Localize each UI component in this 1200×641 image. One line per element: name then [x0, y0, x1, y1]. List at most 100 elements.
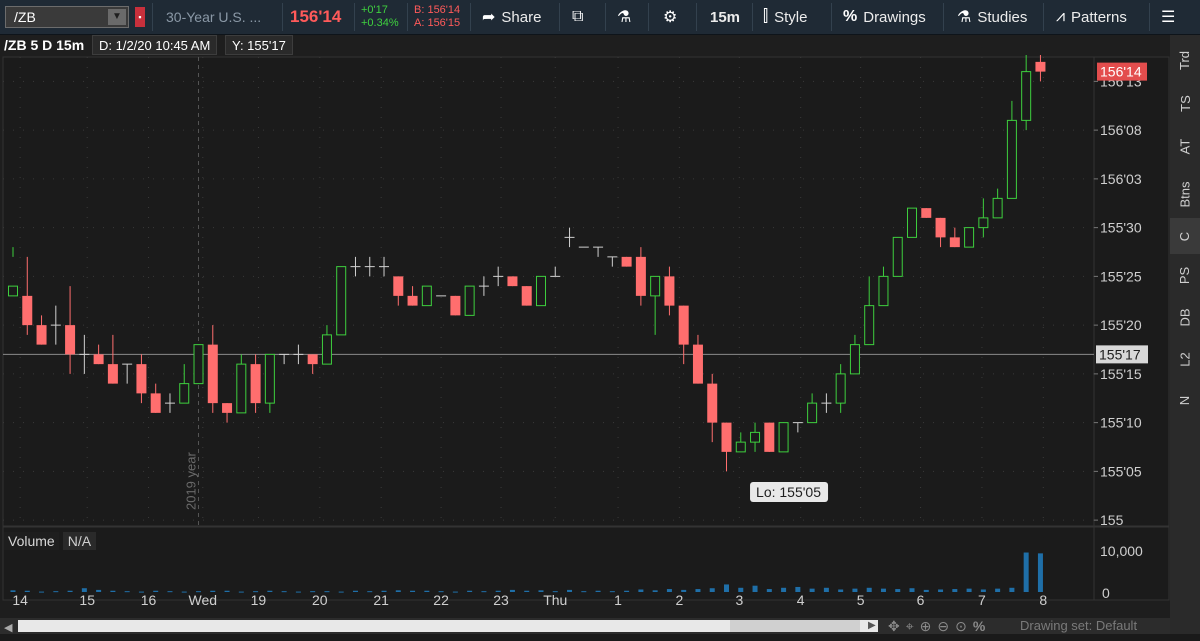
style-label: Style: [774, 8, 808, 26]
volume-bar: [995, 588, 1001, 592]
volume-bar: [424, 590, 430, 592]
volume-bar: [781, 587, 787, 592]
volume-bar: [395, 590, 401, 592]
drawing-set-label[interactable]: Drawing set: Default: [1020, 618, 1137, 633]
side-tab-label: DB: [1177, 307, 1193, 327]
time-axis-label: Thu: [543, 592, 567, 608]
volume-bar: [96, 589, 102, 592]
side-tab-ps[interactable]: PS: [1170, 255, 1200, 295]
candle-body: [735, 441, 746, 453]
side-tab-btns[interactable]: Btns: [1170, 172, 1200, 216]
horizontal-scrollbar[interactable]: ◀ ▶ ✥ ⌖ ⊕ ⊖ ⊙ % Drawing set: Default: [0, 618, 1170, 634]
candle-body: [307, 354, 318, 365]
candle-body: [22, 295, 33, 326]
scroll-thumb[interactable]: [730, 620, 860, 632]
timeframe-button[interactable]: 15m: [710, 0, 740, 34]
side-tab-ts[interactable]: TS: [1170, 83, 1200, 123]
time-axis-label: 22: [433, 592, 449, 608]
volume-bar: [581, 591, 587, 593]
candle-body: [764, 422, 775, 452]
volume-bar: [410, 590, 416, 592]
percent-icon[interactable]: %: [973, 618, 985, 634]
volume-bar: [838, 589, 844, 592]
bid-price: B: 156'14: [414, 4, 461, 16]
time-axis-label: 14: [12, 592, 28, 608]
symbol-selector[interactable]: /ZB ▼: [5, 6, 129, 28]
side-tab-l2[interactable]: L2: [1170, 339, 1200, 379]
divider: [354, 3, 355, 31]
volume-bar: [53, 591, 59, 593]
patterns-button[interactable]: ⩘ Patterns: [1056, 0, 1127, 34]
time-axis-label: 6: [917, 592, 925, 608]
side-tab-n[interactable]: N: [1170, 380, 1200, 420]
candle-body: [878, 275, 889, 307]
side-tab-label: TS: [1177, 94, 1193, 112]
cursor-y-value: Y: 155'17: [225, 35, 293, 55]
instrument-description: 30-Year U.S. ...: [166, 9, 262, 25]
volume-bar: [39, 591, 45, 593]
screenshot-icon: ⧉: [572, 8, 584, 25]
share-button[interactable]: ➦ Share: [482, 0, 541, 34]
studies-button[interactable]: ⚗ Studies: [957, 0, 1027, 34]
volume-bar: [638, 589, 644, 592]
volume-bar: [624, 590, 630, 592]
divider: [559, 3, 560, 31]
chart-header: /ZB 5 D 15m D: 1/2/20 10:45 AM Y: 155'17: [0, 35, 1170, 55]
price-chart[interactable]: 2019 year156'13156'08156'03155'30155'251…: [0, 55, 1170, 618]
volume-bar: [1023, 552, 1029, 592]
candle-body: [807, 402, 818, 424]
side-tab-trd[interactable]: Trd: [1170, 40, 1200, 80]
volume-bar: [338, 591, 344, 593]
volume-bar: [295, 591, 301, 593]
crosshair-icon[interactable]: ⌖: [906, 618, 914, 634]
candle-body: [650, 275, 661, 297]
candle-body: [1035, 61, 1046, 72]
current-price-label: 156'14: [1100, 64, 1142, 80]
candle-body: [222, 403, 233, 413]
chart-menu-button[interactable]: ☰: [1161, 0, 1175, 34]
candle-body: [264, 353, 275, 404]
candle-body: [778, 422, 789, 453]
side-tab-db[interactable]: DB: [1170, 297, 1200, 337]
side-tab-c[interactable]: C: [1170, 218, 1200, 254]
symbol-input[interactable]: /ZB: [14, 9, 36, 25]
volume-bar: [652, 590, 658, 592]
lab-button[interactable]: ⚗: [617, 0, 631, 34]
zoom-reset-icon[interactable]: ⊙: [955, 618, 967, 634]
style-button[interactable]: ⫿ Style: [763, 0, 807, 34]
candle-body: [835, 373, 846, 404]
time-axis-label: 19: [251, 592, 267, 608]
volume-bar: [67, 590, 73, 592]
side-tab-at[interactable]: AT: [1170, 126, 1200, 166]
volume-bar: [267, 590, 273, 592]
scroll-right-icon[interactable]: ▶: [868, 620, 876, 631]
volume-bar: [809, 588, 815, 592]
gear-icon: ⚙: [663, 9, 678, 26]
volume-bar: [1009, 587, 1015, 592]
volume-bar: [481, 591, 487, 593]
side-tab-label: PS: [1177, 266, 1193, 284]
divider: [648, 3, 649, 31]
candle-body: [964, 227, 975, 248]
volume-bar: [724, 584, 729, 592]
pan-icon[interactable]: ✥: [888, 618, 900, 634]
volume-label: Volume: [4, 532, 59, 550]
zoom-out-icon[interactable]: ⊖: [937, 618, 949, 634]
candle-body: [250, 364, 261, 404]
candle-body: [635, 256, 646, 296]
volume-bar: [452, 591, 458, 593]
price-axis-label: 156'08: [1100, 122, 1142, 138]
volume-bar: [509, 589, 515, 592]
volume-subgraph-header: Volume N/A: [4, 532, 97, 550]
volume-bar: [952, 589, 958, 592]
link-color-icon[interactable]: ▪: [135, 7, 145, 27]
candle-body: [464, 285, 475, 316]
zoom-in-icon[interactable]: ⊕: [920, 618, 932, 634]
snapshot-button[interactable]: ⧉: [572, 0, 583, 34]
chevron-down-icon[interactable]: ▼: [108, 9, 126, 25]
candle-body: [193, 344, 204, 385]
candle-body: [150, 393, 161, 413]
settings-button[interactable]: ⚙: [663, 0, 677, 34]
drawings-button[interactable]: % Drawings: [843, 0, 926, 34]
scroll-left-icon[interactable]: ◀: [4, 621, 12, 634]
